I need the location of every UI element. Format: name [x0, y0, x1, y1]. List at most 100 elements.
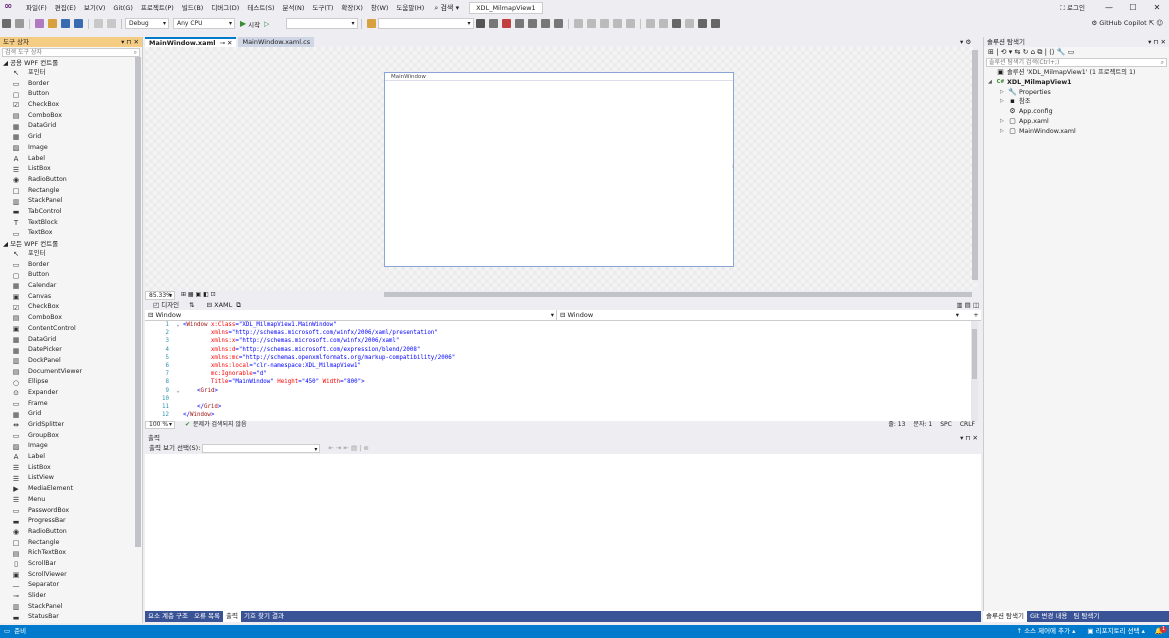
code-line[interactable]: 3 xmlns:x="http://schemas.microsoft.com/…	[145, 337, 971, 345]
line-ending-indicator[interactable]: CRLF	[960, 421, 975, 429]
menu-item[interactable]: 분석(N)	[279, 0, 309, 16]
scroll-thumb[interactable]	[972, 329, 977, 379]
toolbox-item[interactable]: ▦ DatePicker	[0, 345, 142, 356]
panel-controls[interactable]: ▾ ⊓ ✕	[1148, 37, 1166, 47]
save-icon[interactable]	[61, 19, 70, 28]
split-layout-icons[interactable]: ▥ ▤ ◫	[956, 300, 979, 310]
tool-icon[interactable]	[658, 19, 668, 28]
toolbox-item[interactable]: ▭ TextBox	[0, 228, 142, 239]
close-icon[interactable]: ✕	[1145, 0, 1169, 16]
tool-icon[interactable]	[553, 19, 563, 28]
toolbox-item[interactable]: ▦ Calendar	[0, 281, 142, 292]
resize-handle-icon[interactable]: ⁞	[732, 163, 734, 170]
tab-document[interactable]: MainWindow.xaml ⊸ ✕	[145, 37, 237, 47]
expand-arrow-icon[interactable]: ▷	[1000, 117, 1008, 127]
bottom-tab[interactable]: 출력	[223, 611, 241, 622]
toolbox-item[interactable]: A Label	[0, 154, 142, 165]
grid-toggle-icons[interactable]: ⊞ ▦ ▣ ◧ ⊡	[181, 290, 216, 300]
toolbox-item[interactable]: ▯ ScrollBar	[0, 559, 142, 570]
panel-controls[interactable]: ▾ ⊓ ✕	[960, 433, 978, 443]
new-project-icon[interactable]	[35, 19, 44, 28]
menu-item[interactable]: 도구(T)	[308, 0, 337, 16]
toolbox-item[interactable]: ▤ ComboBox	[0, 313, 142, 324]
expand-arrow-icon[interactable]: ▷	[1000, 88, 1008, 98]
start-button[interactable]: 시작	[248, 19, 260, 29]
add-icon[interactable]: +	[971, 310, 981, 321]
code-line[interactable]: 10	[145, 395, 971, 403]
designer-window-preview[interactable]: MainWindow	[384, 72, 734, 267]
login-link[interactable]: ⛶ 로그인	[1060, 0, 1085, 16]
tool-icon[interactable]	[599, 19, 609, 28]
solution-tree-node[interactable]: ⚙ App.config	[984, 107, 1169, 117]
toolbox-item[interactable]: A Label	[0, 452, 142, 463]
toolbox-item[interactable]: ▭ PasswordBox	[0, 506, 142, 517]
toolbox-item[interactable]: ☰ ListBox	[0, 164, 142, 175]
solution-explorer-toolbar[interactable]: ⊞ | ⟲ ▾ ⇆ ↻ ⌂ ⧉ | ⟨⟩ 🔧 ▭	[984, 47, 1169, 57]
toolbox-scrollbar[interactable]	[135, 57, 141, 547]
toolbox-item[interactable]: ▬ StatusBar	[0, 612, 142, 623]
toolbox-item[interactable]: ⊸ Slider	[0, 591, 142, 602]
bottom-tab[interactable]: 오류 목록	[191, 611, 223, 622]
toolbox-item[interactable]: ▤ RichTextBox	[0, 548, 142, 559]
toolbox-item[interactable]: ↖ 포인터	[0, 68, 142, 79]
menu-item[interactable]: 파일(F)	[22, 0, 51, 16]
tool-icon[interactable]	[527, 19, 537, 28]
solution-bottom-tab[interactable]: 솔루션 탐색기	[983, 611, 1027, 622]
debug-target-dropdown[interactable]	[285, 18, 358, 29]
menu-item[interactable]: 테스트(S)	[243, 0, 278, 16]
code-line[interactable]: 11 </Grid>	[145, 403, 971, 411]
toolbox-item[interactable]: ▥ StackPanel	[0, 602, 142, 613]
copilot-button[interactable]: ⚙ GitHub Copilot ⇱ ☺	[1091, 16, 1163, 31]
menu-item[interactable]: 보기(V)	[80, 0, 109, 16]
expand-arrow-icon[interactable]: ▷	[1000, 127, 1008, 137]
toolbox-item[interactable]: ▢ Button	[0, 89, 142, 100]
tool-icon[interactable]	[573, 19, 583, 28]
bottom-tab[interactable]: 요소 계층 구조	[145, 611, 191, 622]
menu-item[interactable]: 프로젝트(P)	[137, 0, 178, 16]
toolbox-item[interactable]: ▦ Grid	[0, 409, 142, 420]
fold-toggle[interactable]	[173, 395, 183, 403]
toolbox-item[interactable]: □ Rectangle	[0, 538, 142, 549]
tab-xaml[interactable]: ⊟ XAML	[207, 300, 233, 310]
tool-icon[interactable]	[475, 19, 485, 28]
fold-toggle[interactable]	[173, 354, 183, 362]
tool-icon[interactable]	[612, 19, 622, 28]
toolbox-item[interactable]: ◉ RadioButton	[0, 175, 142, 186]
toolbox-item[interactable]: ▶ MediaElement	[0, 484, 142, 495]
solution-tree-node[interactable]: ▷ ▢ MainWindow.xaml	[984, 127, 1169, 137]
toolbox-item[interactable]: ▨ Image	[0, 143, 142, 154]
toolbox-item[interactable]: ☰ ListBox	[0, 463, 142, 474]
menu-item[interactable]: 창(W)	[367, 0, 392, 16]
toolbox-item[interactable]: ▣ Canvas	[0, 292, 142, 303]
designer-vertical-scrollbar[interactable]	[972, 50, 978, 280]
minimize-icon[interactable]: —	[1097, 0, 1121, 16]
solution-tree-node[interactable]: ▣ 솔루션 'XDL_MilmapView1' (1 프로젝트의 1)	[984, 68, 1169, 78]
toolbox-item[interactable]: ▥ StackPanel	[0, 196, 142, 207]
toolbox-item[interactable]: □ Rectangle	[0, 186, 142, 197]
tool-icon[interactable]	[710, 19, 720, 28]
menu-item[interactable]: 디버그(D)	[207, 0, 243, 16]
code-line[interactable]: 2 xmlns="http://schemas.microsoft.com/wi…	[145, 329, 971, 337]
fold-toggle[interactable]	[173, 346, 183, 354]
expand-arrow-icon[interactable]: ◢	[988, 78, 996, 88]
back-icon[interactable]	[2, 19, 11, 28]
right-selector-dropdown[interactable]: ⊟ Window ▾	[557, 310, 971, 321]
toolbox-item[interactable]: ▣ ScrollViewer	[0, 570, 142, 581]
code-line[interactable]: 8 Title="MainWindow" Height="450" Width=…	[145, 378, 971, 386]
fold-toggle[interactable]: ⌄	[173, 321, 183, 329]
fold-toggle[interactable]	[173, 329, 183, 337]
repository-button[interactable]: ▣ 리포지토리 선택 ▴	[1087, 625, 1145, 638]
tab-overflow-icon[interactable]: ▾ ⚙	[960, 37, 971, 47]
code-line[interactable]: 7 mc:Ignorable="d"	[145, 370, 971, 378]
tool-icon[interactable]	[645, 19, 655, 28]
left-selector-dropdown[interactable]: ⊟ Window ▾	[145, 309, 557, 321]
maximize-icon[interactable]: ☐	[1121, 0, 1145, 16]
tool-icon[interactable]	[501, 19, 511, 28]
open-folder-icon[interactable]	[48, 19, 57, 28]
solution-tree-node[interactable]: ▷ ▢ App.xaml	[984, 117, 1169, 127]
toolbox-item[interactable]: ▦ Grid	[0, 132, 142, 143]
toolbox-item[interactable]: ▬ TabControl	[0, 207, 142, 218]
code-vertical-scrollbar[interactable]	[971, 321, 978, 421]
toolbox-search-input[interactable]: 검색 도구 상자 ⌕	[2, 48, 140, 57]
whitespace-indicator[interactable]: SPC	[940, 421, 952, 429]
